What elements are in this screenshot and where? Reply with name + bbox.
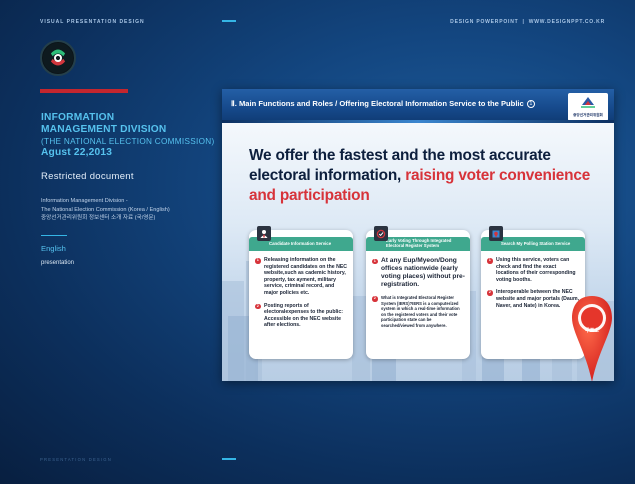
card-bullet: 1 Using this service, voters can check a…	[487, 257, 580, 283]
title-line-3: (THE NATIONAL ELECTION COMMISSION)	[41, 137, 215, 146]
slide-title-text: Ⅱ. Main Functions and Roles / Offering E…	[231, 99, 524, 108]
bullet-text: Posting reports of electoralexpenses to …	[264, 302, 343, 329]
slide-title-number: 1	[526, 100, 535, 108]
top-left-label: VISUAL PRESENTATION DESIGN	[40, 19, 145, 25]
bullet-text: Using this service, voters can check and…	[496, 257, 576, 283]
card-body: 1 Releasing information on the registere…	[255, 257, 348, 335]
info-block: Information Management Division - The Na…	[41, 197, 221, 223]
page-title: INFORMATION MANAGEMENT DIVISION (THE NAT…	[41, 112, 216, 159]
info-line-1: Information Management Division -	[41, 198, 128, 204]
title-line-2: MANAGEMENT DIVISION	[41, 124, 167, 135]
card-body: 1 At any Eup/Myeon/Dong offices nationwi…	[372, 257, 465, 335]
card-body: 1 Using this service, voters can check a…	[487, 257, 580, 315]
restricted-label: Restricted document	[41, 171, 134, 182]
bullet-text: Releasing information on the registered …	[264, 257, 348, 296]
slide-headline: We offer the fastest and the most accura…	[249, 146, 599, 206]
info-line-2: The National Election Commission (Korea …	[41, 206, 170, 213]
candidate-icon	[257, 226, 271, 241]
bullet-number: 1	[255, 258, 261, 264]
info-line-3: 중앙선거관리위원회 정보센터 소개 자료 (국/영문)	[41, 215, 156, 222]
logo-icon	[40, 40, 76, 76]
pin-label: 투표소	[585, 327, 599, 334]
ballot-icon	[374, 226, 388, 241]
card-header-label: Candidate Information Service	[269, 240, 332, 246]
bullet-number: 2	[255, 303, 261, 310]
top-right-left: DESIGN POWERPOINT	[450, 19, 519, 25]
nec-logo-icon: 중앙선거관리위원회	[568, 93, 608, 121]
card-header-label: Search My Polling Station Service	[501, 240, 571, 246]
slide-preview: Ⅱ. Main Functions and Roles / Offering E…	[222, 89, 614, 381]
card-bullet: 1 Releasing information on the registere…	[255, 257, 348, 297]
presentation-label: presentation	[41, 260, 75, 266]
top-dash-divider	[222, 20, 236, 22]
bottom-dash-divider	[222, 458, 236, 460]
top-right-header: DESIGN POWERPOINT | WWW.DESIGNPPT.CO.KR	[450, 19, 605, 25]
website-link[interactable]: WWW.DESIGNPPT.CO.KR	[529, 19, 605, 25]
footer-left-label: PRESENTATION DESIGN	[40, 457, 112, 462]
card-early-voting: Early Voting Through Integrated Electora…	[366, 226, 470, 359]
bullet-text: Interoperable between the NEC website an…	[496, 289, 580, 309]
title-line-1: INFORMATION	[41, 112, 115, 123]
slide-body: We offer the fastest and the most accura…	[222, 123, 614, 381]
map-pin-icon: 투표소	[572, 296, 612, 381]
slide-header: Ⅱ. Main Functions and Roles / Offering E…	[222, 89, 614, 123]
top-right-separator: |	[522, 19, 525, 25]
bullet-number: 1	[372, 258, 378, 264]
bullet-number: 2	[372, 296, 378, 302]
bullet-text: At any Eup/Myeon/Dong offices nationwide…	[381, 257, 465, 288]
card-bullet: 1 At any Eup/Myeon/Dong offices nationwi…	[372, 257, 465, 289]
search-map-icon	[489, 226, 503, 241]
red-accent-bar	[40, 89, 128, 93]
bullet-number: 2	[487, 290, 493, 296]
bullet-number: 1	[487, 258, 493, 264]
language-label: English	[41, 244, 66, 253]
card-bullet: 2 Interoperable between the NEC website …	[487, 289, 580, 309]
card-bullet: 2 Posting reports of electoralexpenses t…	[255, 303, 348, 329]
language-divider	[41, 235, 67, 236]
card-candidate-info: Candidate Information Service 1 Releasin…	[249, 226, 353, 359]
card-header-label: Early Voting Through Integrated Electora…	[386, 238, 452, 248]
title-date: Agust 22,2013	[41, 147, 113, 158]
slide-title: Ⅱ. Main Functions and Roles / Offering E…	[231, 99, 535, 108]
card-bullet: 2 What is Integrated Electoral Register …	[372, 295, 465, 329]
nec-logo-text: 중앙선거관리위원회	[573, 113, 603, 117]
bullet-text: What is Integrated Electoral Register Sy…	[381, 295, 460, 328]
